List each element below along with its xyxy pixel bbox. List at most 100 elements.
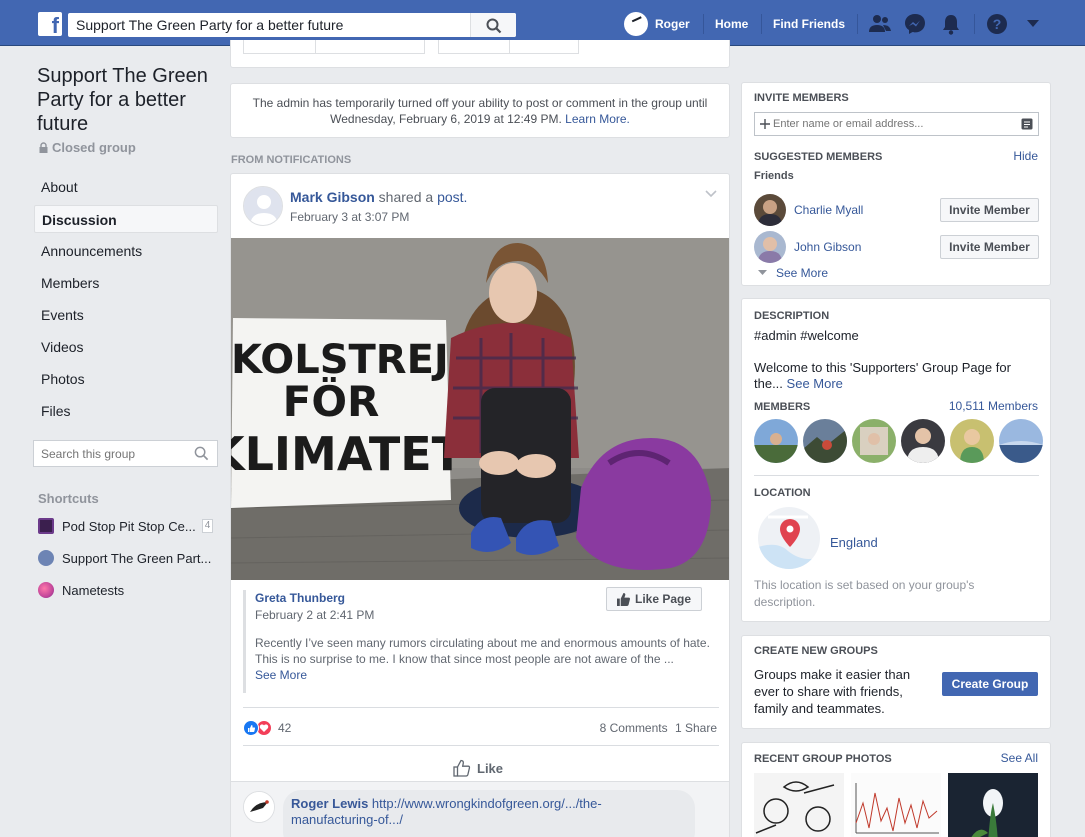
members-heading: MEMBERS — [754, 401, 811, 413]
member-avatar[interactable] — [754, 419, 798, 463]
recent-photo[interactable] — [851, 773, 941, 837]
see-more-suggestions[interactable]: See More — [758, 266, 828, 280]
commenter-avatar[interactable] — [243, 791, 275, 823]
members-count-link[interactable]: 10,511 Members — [949, 399, 1038, 413]
shortcut-item[interactable]: Nametests — [38, 581, 124, 599]
suggested-member-avatar[interactable] — [754, 194, 786, 226]
suggested-member-name[interactable]: Charlie Myall — [794, 203, 863, 217]
post-link[interactable]: post. — [437, 189, 467, 205]
nav-announcements[interactable]: Announcements — [34, 237, 218, 265]
facebook-logo-icon[interactable] — [38, 12, 62, 39]
member-avatar[interactable] — [901, 419, 945, 463]
member-avatar[interactable] — [852, 419, 896, 463]
address-book-icon[interactable] — [1021, 118, 1033, 130]
create-group-button[interactable]: Create Group — [942, 672, 1038, 696]
messenger-icon[interactable] — [904, 13, 926, 35]
invite-member-button[interactable]: Invite Member — [940, 235, 1039, 259]
caret-down-icon[interactable] — [1027, 20, 1039, 28]
description-heading: DESCRIPTION — [754, 310, 830, 322]
shortcut-item[interactable]: Pod Stop Pit Stop Ce... 4 — [38, 517, 214, 535]
help-icon[interactable]: ? — [986, 13, 1008, 35]
description-tags: #admin #welcome — [754, 328, 859, 343]
post-timestamp[interactable]: February 3 at 3:07 PM — [290, 210, 409, 224]
member-avatar[interactable] — [950, 419, 994, 463]
composer-tab[interactable] — [243, 40, 316, 54]
thumbs-up-outline-icon — [453, 759, 471, 777]
location-link[interactable]: England — [830, 535, 878, 550]
shortcut-label: Nametests — [62, 582, 125, 598]
profile-avatar — [624, 12, 648, 36]
admin-notice-text: The admin has temporarily turned off you… — [252, 96, 708, 126]
search-icon[interactable] — [194, 446, 209, 461]
description-text: Welcome to this 'Supporters' Group Page … — [754, 360, 1034, 392]
shared-post-body: Recently I’ve seen many rumors circulati… — [255, 636, 710, 666]
nav-photos[interactable]: Photos — [34, 365, 218, 393]
friends-label: Friends — [754, 170, 794, 182]
nametests-icon — [38, 582, 54, 598]
recent-photo[interactable] — [754, 773, 844, 837]
find-friends-link[interactable]: Find Friends — [773, 17, 845, 31]
nav-files[interactable]: Files — [34, 397, 218, 425]
post-divider — [243, 707, 719, 708]
suggested-member-avatar[interactable] — [754, 231, 786, 263]
home-link[interactable]: Home — [715, 17, 748, 31]
nav-about[interactable]: About — [34, 173, 218, 201]
nav-discussion[interactable]: Discussion — [34, 205, 218, 233]
admin-notice: The admin has temporarily turned off you… — [230, 83, 730, 138]
search-button[interactable] — [470, 13, 516, 37]
bell-icon[interactable] — [941, 13, 961, 35]
suggested-members-heading: SUGGESTED MEMBERS — [754, 151, 883, 163]
create-groups-text: Groups make it easier than ever to share… — [754, 667, 911, 716]
composer-tab[interactable] — [509, 40, 579, 54]
group-search — [33, 440, 218, 467]
reaction-summary[interactable]: 42 — [243, 720, 291, 736]
member-avatar[interactable] — [803, 419, 847, 463]
nav-videos[interactable]: Videos — [34, 333, 218, 361]
friends-icon[interactable] — [868, 13, 892, 35]
global-search-input[interactable] — [68, 13, 468, 37]
group-search-input[interactable] — [34, 441, 184, 466]
see-more-link[interactable]: See More — [255, 668, 307, 682]
see-all-photos-link[interactable]: See All — [1001, 751, 1038, 765]
nav-events[interactable]: Events — [34, 301, 218, 329]
description-see-more-link[interactable]: See More — [787, 376, 843, 391]
lock-icon — [39, 142, 48, 153]
bird-avatar-icon — [244, 792, 274, 822]
podcast-group-icon — [38, 518, 54, 534]
shortcut-item[interactable]: Support The Green Part... — [38, 549, 211, 567]
group-title[interactable]: Support The Green Party for a better fut… — [37, 64, 227, 136]
top-separator — [974, 14, 975, 34]
section-label: FROM NOTIFICATIONS — [231, 154, 352, 166]
post-author-link[interactable]: Mark Gibson — [290, 189, 375, 205]
invite-name-input[interactable] — [773, 113, 1013, 135]
map-icon — [758, 515, 820, 569]
shared-author-link[interactable]: Greta Thunberg — [255, 591, 345, 605]
like-page-button[interactable]: Like Page — [606, 587, 702, 611]
chevron-down-icon[interactable] — [705, 190, 717, 198]
post-photo[interactable]: SKOLSTREJK FÖR KLIMATET — [231, 238, 729, 580]
group-privacy-label: Closed group — [52, 140, 136, 155]
search-icon — [486, 18, 502, 34]
location-heading: LOCATION — [754, 487, 811, 499]
composer-tab[interactable] — [315, 40, 425, 54]
learn-more-link[interactable]: Learn More. — [565, 112, 630, 126]
see-more-label: See More — [776, 266, 829, 280]
suggested-member-name[interactable]: John Gibson — [794, 240, 861, 254]
profile-link[interactable]: Roger — [624, 12, 690, 36]
composer-tab[interactable] — [438, 40, 510, 54]
nav-members[interactable]: Members — [34, 269, 218, 297]
author-avatar[interactable] — [243, 186, 283, 226]
comment-count-link[interactable]: 8 Comments — [600, 721, 668, 735]
like-page-label: Like Page — [634, 592, 692, 606]
like-button[interactable]: Like — [453, 759, 503, 777]
recent-photo[interactable] — [948, 773, 1038, 837]
share-count-link[interactable]: 1 Share — [675, 721, 717, 735]
comment-author-link[interactable]: Roger Lewis — [291, 796, 368, 811]
location-map[interactable] — [758, 507, 820, 569]
member-avatar[interactable] — [999, 419, 1043, 463]
invite-member-button[interactable]: Invite Member — [940, 198, 1039, 222]
hide-suggestions-link[interactable]: Hide — [1013, 149, 1038, 163]
shared-post-timestamp[interactable]: February 2 at 2:41 PM — [255, 608, 374, 622]
svg-text:?: ? — [993, 16, 1002, 32]
sign-line-3: KLIMATET — [231, 427, 464, 481]
